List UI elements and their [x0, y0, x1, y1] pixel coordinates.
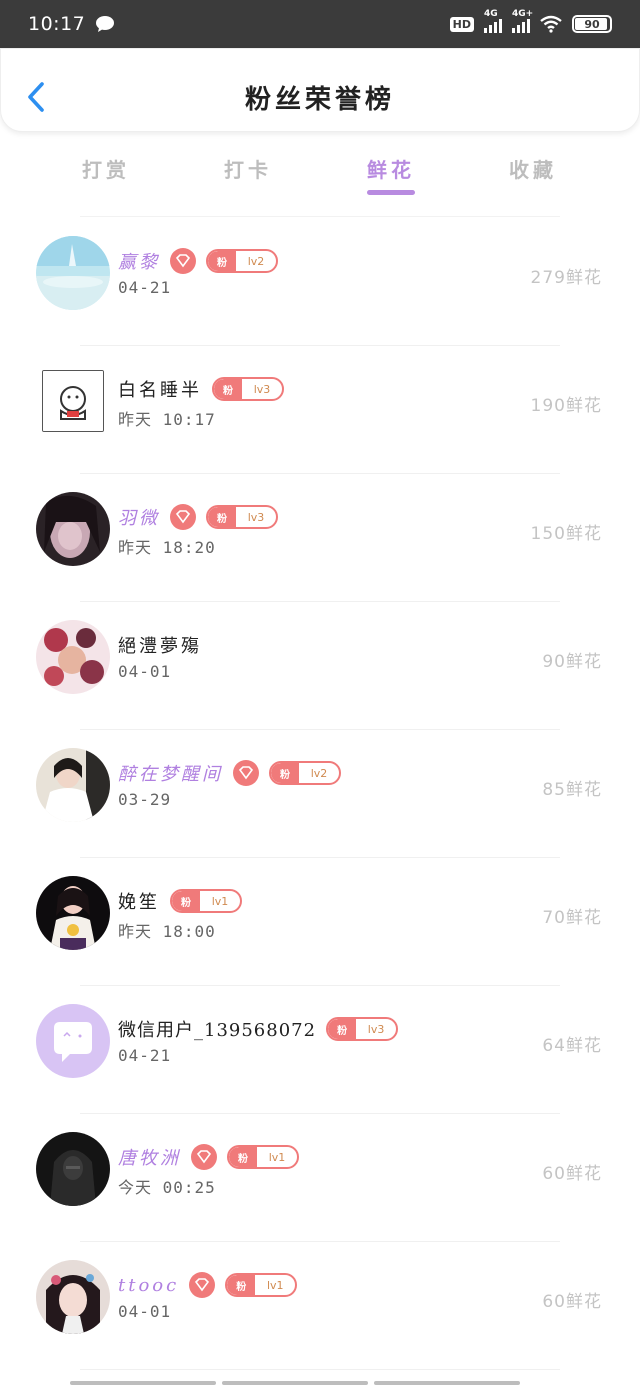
fan-badge-char: 粉: [172, 891, 200, 911]
signal-4g-label: 4G: [484, 9, 498, 19]
divider: [80, 1369, 560, 1370]
fan-level-badge: 粉 lv1: [227, 1145, 299, 1169]
avatar[interactable]: [36, 620, 110, 694]
signal-4g-plus-icon: 4G+: [512, 9, 533, 33]
fan-badge-char: 粉: [208, 507, 236, 527]
avatar[interactable]: [36, 876, 110, 950]
fan-level: lv1: [211, 894, 229, 908]
tab-flowers[interactable]: 鲜花: [331, 154, 451, 183]
diamond-icon: [191, 1144, 217, 1170]
avatar[interactable]: [36, 492, 110, 566]
flower-count: 64鲜花: [542, 1036, 602, 1056]
fan-badge-char: 粉: [214, 379, 242, 399]
fan-level-badge: 粉 lv2: [206, 249, 278, 273]
fan-level-badge: 粉 lv2: [269, 761, 341, 785]
diamond-icon: [170, 248, 196, 274]
list-item[interactable]: 絕澧夢殤 04-01 90鲜花: [0, 602, 640, 730]
tab-favorites[interactable]: 收藏: [473, 154, 593, 183]
list-item[interactable]: 微信用户_139568072 粉 lv3 04-21 64鲜花: [0, 986, 640, 1114]
flower-count: 85鲜花: [542, 780, 602, 800]
fan-level-badge: 粉 lv3: [206, 505, 278, 529]
divider: [80, 216, 560, 217]
wifi-icon: [540, 15, 562, 33]
nickname: 微信用户_139568072: [118, 1020, 317, 1041]
diamond-icon: [170, 504, 196, 530]
status-bar: 10:17 HD 4G 4G+ 90: [0, 0, 640, 48]
flower-count: 190鲜花: [530, 396, 602, 416]
flower-count: 70鲜花: [542, 908, 602, 928]
nickname: 娩笙: [118, 892, 160, 913]
bottom-scroll-indicator: [70, 1381, 520, 1385]
diamond-icon: [189, 1272, 216, 1298]
fan-badge-char: 粉: [208, 251, 236, 271]
tab-bar: 打赏 打卡 鲜花 收藏: [0, 148, 640, 208]
timestamp: 昨天 10:17: [118, 410, 216, 429]
timestamp: 今天 00:25: [118, 1178, 216, 1197]
flower-count: 60鲜花: [542, 1164, 602, 1184]
list-item[interactable]: 醉在梦醒间 粉 lv2 03-29 85鲜花: [0, 730, 640, 858]
battery-level: 90: [584, 17, 600, 31]
avatar[interactable]: [36, 1004, 110, 1078]
chat-bubble-icon: [96, 16, 115, 32]
fan-list: 赢黎 粉 lv2 04-21 279鲜花 白名睡半 粉 lv3 昨天 10:17…: [0, 218, 640, 1370]
tab-checkin[interactable]: 打卡: [188, 154, 308, 183]
fan-level: lv3: [247, 510, 265, 524]
hd-icon: HD: [449, 16, 474, 32]
timestamp: 04-01: [118, 1302, 172, 1321]
list-item[interactable]: ttooc 粉 lv1 04-01 60鲜花: [0, 1242, 640, 1370]
status-indicators: HD 4G 4G+ 90: [449, 9, 612, 33]
list-item[interactable]: 白名睡半 粉 lv3 昨天 10:17 190鲜花: [0, 346, 640, 474]
nickname: 赢黎: [118, 252, 160, 273]
fan-badge-char: 粉: [328, 1019, 357, 1039]
list-item[interactable]: 娩笙 粉 lv1 昨天 18:00 70鲜花: [0, 858, 640, 986]
nickname: 絕澧夢殤: [118, 636, 202, 657]
flower-count: 150鲜花: [530, 524, 602, 544]
timestamp: 03-29: [118, 790, 172, 809]
diamond-icon: [233, 760, 259, 786]
fan-level-badge: 粉 lv3: [212, 377, 284, 401]
list-item[interactable]: 赢黎 粉 lv2 04-21 279鲜花: [0, 218, 640, 346]
nickname: 醉在梦醒间: [118, 764, 223, 785]
fan-level: lv1: [268, 1150, 286, 1164]
battery-icon: 90: [572, 15, 612, 33]
timestamp: 昨天 18:00: [118, 922, 216, 941]
tab-active-indicator: [367, 190, 415, 195]
fan-level: lv3: [367, 1022, 385, 1036]
avatar[interactable]: [36, 236, 110, 310]
flower-count: 60鲜花: [542, 1292, 602, 1312]
fan-level-badge: 粉 lv1: [170, 889, 242, 913]
flower-count: 90鲜花: [542, 652, 602, 672]
header-bar: 粉丝荣誉榜: [0, 48, 640, 132]
timestamp: 04-21: [118, 278, 172, 297]
fan-level: lv3: [253, 382, 271, 396]
fan-level: lv2: [310, 766, 328, 780]
page-title: 粉丝荣誉榜: [244, 85, 395, 115]
status-time: 10:17: [28, 13, 86, 35]
signal-4g-plus-label: 4G+: [512, 9, 534, 19]
nickname: 羽微: [118, 508, 160, 529]
fan-badge-char: 粉: [271, 763, 299, 783]
signal-4g-icon: 4G: [484, 9, 502, 33]
fan-level-badge: 粉 lv3: [326, 1017, 399, 1041]
fan-badge-char: 粉: [227, 1275, 256, 1295]
timestamp: 04-01: [118, 662, 172, 681]
timestamp: 04-21: [118, 1046, 172, 1065]
nickname: 唐牧洲: [118, 1148, 181, 1169]
tab-reward[interactable]: 打赏: [46, 154, 166, 183]
fan-level-badge: 粉 lv1: [225, 1273, 298, 1297]
avatar[interactable]: [36, 748, 110, 822]
fan-badge-char: 粉: [229, 1147, 257, 1167]
avatar[interactable]: [42, 370, 104, 432]
avatar[interactable]: [36, 1260, 110, 1334]
avatar[interactable]: [36, 1132, 110, 1206]
fan-level: lv1: [266, 1278, 284, 1292]
nickname: ttooc: [118, 1274, 180, 1296]
flower-count: 279鲜花: [530, 268, 602, 288]
nickname: 白名睡半: [118, 380, 202, 401]
timestamp: 昨天 18:20: [118, 538, 216, 557]
list-item[interactable]: 唐牧洲 粉 lv1 今天 00:25 60鲜花: [0, 1114, 640, 1242]
fan-level: lv2: [247, 254, 265, 268]
list-item[interactable]: 羽微 粉 lv3 昨天 18:20 150鲜花: [0, 474, 640, 602]
